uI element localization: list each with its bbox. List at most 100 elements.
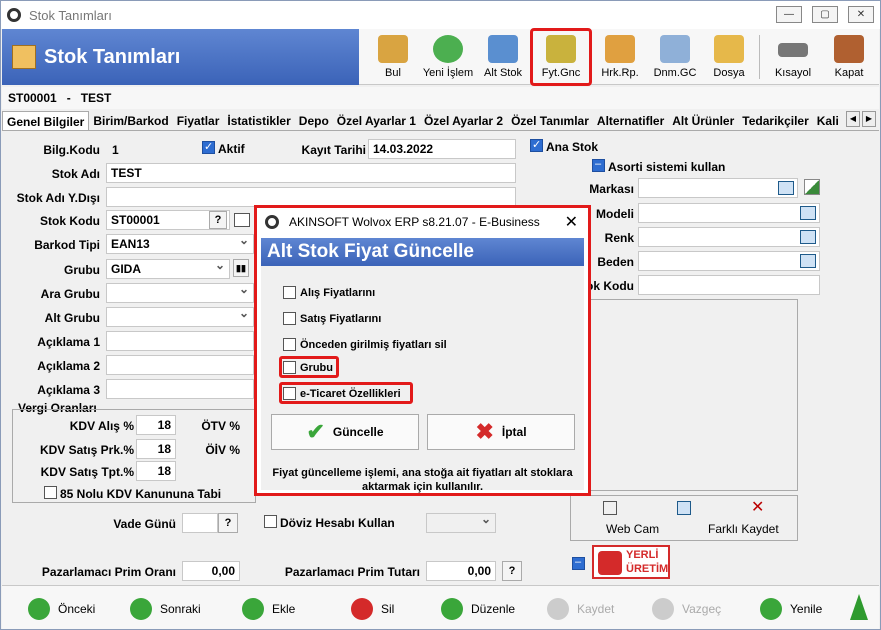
description-3-field[interactable]: [106, 379, 254, 399]
add-brand-icon[interactable]: [804, 179, 820, 195]
assortment-toggle[interactable]: [592, 158, 605, 172]
dialog-cancel-button[interactable]: ✖ İptal: [427, 414, 575, 450]
next-button[interactable]: Sonraki: [130, 598, 201, 620]
barcode-type-select[interactable]: EAN13: [106, 233, 254, 254]
browse-icon[interactable]: [800, 254, 816, 268]
delete-existing-prices-checkbox[interactable]: [283, 338, 296, 351]
vat-purchase-field[interactable]: 18: [136, 415, 176, 435]
title-bar: Stok Tanımları — ▢ ✕: [1, 1, 880, 29]
sub-group-select[interactable]: [106, 282, 254, 303]
webcam-icon[interactable]: [603, 501, 617, 515]
brand-field[interactable]: [638, 178, 798, 198]
commission-amount-field[interactable]: 0,00: [426, 561, 496, 581]
add-button[interactable]: Ekle: [242, 598, 295, 620]
tab-statistics[interactable]: İstatistikler: [223, 111, 294, 130]
logo-text-top: YERLİ: [626, 549, 659, 561]
tab-special-definitions[interactable]: Özel Tanımlar: [507, 111, 593, 130]
file-button[interactable]: Dosya: [708, 29, 750, 85]
tab-sub-products[interactable]: Alt Ürünler: [668, 111, 738, 130]
color-field[interactable]: [638, 227, 820, 247]
previous-button[interactable]: Önceki: [28, 598, 95, 620]
model-field[interactable]: [638, 203, 820, 223]
close-button[interactable]: ✕: [848, 6, 874, 23]
stock-name-field[interactable]: TEST: [106, 163, 516, 183]
tab-quality[interactable]: Kali: [813, 111, 843, 130]
tab-warehouse[interactable]: Depo: [295, 111, 333, 130]
group-option[interactable]: Grubu: [283, 361, 333, 374]
minimize-button[interactable]: —: [776, 6, 802, 23]
arrow-up-icon[interactable]: [850, 594, 868, 620]
commission-help-button[interactable]: ?: [502, 561, 522, 581]
vat-retail-label: KDV Satış Prk.%: [39, 443, 134, 457]
save-as-label[interactable]: Farklı Kaydet: [708, 522, 779, 536]
dialog-close-icon[interactable]: ✕: [565, 212, 578, 232]
size-field[interactable]: [638, 251, 820, 271]
delete-existing-prices-option[interactable]: Önceden girilmiş fiyatları sil: [283, 338, 447, 351]
tab-special-settings-2[interactable]: Özel Ayarlar 2: [420, 111, 507, 130]
due-days-help-button[interactable]: ?: [218, 513, 238, 533]
main-stock-checkbox[interactable]: [530, 138, 543, 152]
description-2-field[interactable]: [106, 355, 254, 375]
webcam-label[interactable]: Web Cam: [606, 522, 659, 536]
code-field[interactable]: [638, 275, 820, 295]
law-85-checkbox[interactable]: [44, 486, 57, 499]
tab-special-settings-1[interactable]: Özel Ayarlar 1: [333, 111, 420, 130]
exit-button[interactable]: Kapat: [828, 29, 870, 85]
save-button[interactable]: Kaydet: [547, 598, 614, 620]
ecommerce-features-option[interactable]: e-Ticaret Özellikleri: [283, 387, 401, 400]
new-transaction-button[interactable]: Yeni İşlem: [420, 29, 476, 85]
shortcut-button[interactable]: Kısayol: [768, 29, 818, 85]
purchase-prices-option[interactable]: Alış Fiyatlarını: [283, 286, 375, 299]
save-as-icon[interactable]: [677, 501, 691, 515]
description-1-field[interactable]: [106, 331, 254, 351]
currency-select[interactable]: [426, 512, 496, 533]
commission-rate-field[interactable]: 0,00: [182, 561, 240, 581]
tab-scroll-right-icon[interactable]: ▶: [862, 111, 876, 127]
delete-button[interactable]: Sil: [351, 598, 394, 620]
movement-report-button[interactable]: Hrk.Rp.: [596, 29, 644, 85]
tab-prices[interactable]: Fiyatlar: [173, 111, 224, 130]
sale-prices-checkbox[interactable]: [283, 312, 296, 325]
stock-name-foreign-field[interactable]: [106, 187, 516, 207]
update-button[interactable]: ✔ Güncelle: [271, 414, 419, 450]
browse-icon[interactable]: [800, 230, 816, 244]
price-update-button[interactable]: Fyt.Gnc: [530, 28, 592, 86]
description-1-label: Açıklama 1: [37, 335, 100, 349]
stock-name-foreign-label: Stok Adı Y.Dışı: [16, 191, 100, 205]
network-icon: [488, 35, 518, 63]
edit-button[interactable]: Düzenle: [441, 598, 515, 620]
tab-scroll-left-icon[interactable]: ◀: [846, 111, 860, 127]
group-checkbox[interactable]: [283, 361, 296, 374]
tab-general[interactable]: Genel Bilgiler: [2, 111, 90, 130]
tab-suppliers[interactable]: Tedarikçiler: [738, 111, 812, 130]
group-select[interactable]: GIDA: [106, 258, 230, 279]
currency-account-checkbox[interactable]: [264, 515, 277, 528]
vat-retail-field[interactable]: 18: [136, 439, 176, 459]
vat-wholesale-field[interactable]: 18: [136, 461, 176, 481]
group-detail-button[interactable]: ▮▮: [233, 259, 249, 277]
description-3-label: Açıklama 3: [37, 383, 100, 397]
tab-alternatives[interactable]: Alternatifler: [593, 111, 668, 130]
refresh-button[interactable]: Yenile: [760, 598, 822, 620]
alt-group-select[interactable]: [106, 306, 254, 327]
find-button[interactable]: Bul: [374, 29, 412, 85]
due-days-field[interactable]: [182, 513, 218, 533]
cancel-button[interactable]: Vazgeç: [652, 598, 721, 620]
record-date-field[interactable]: 14.03.2022: [368, 139, 516, 159]
document-icon[interactable]: [234, 213, 250, 227]
active-checkbox[interactable]: [202, 140, 215, 154]
browse-icon[interactable]: [800, 206, 816, 220]
sub-stock-button[interactable]: Alt Stok: [480, 29, 526, 85]
ecommerce-features-checkbox[interactable]: [283, 387, 296, 400]
period-button[interactable]: Dnm.GC: [652, 29, 698, 85]
browse-icon[interactable]: [778, 181, 794, 195]
boxes-icon: [12, 45, 36, 69]
maximize-button[interactable]: ▢: [812, 6, 838, 23]
delete-icon[interactable]: ✕: [751, 497, 764, 517]
purchase-prices-checkbox[interactable]: [283, 286, 296, 299]
tab-unit-barcode[interactable]: Birim/Barkod: [89, 111, 172, 130]
record-name: TEST: [80, 91, 112, 105]
sale-prices-option[interactable]: Satış Fiyatlarını: [283, 312, 381, 325]
collapse-toggle[interactable]: [572, 556, 585, 570]
stock-code-help-button[interactable]: ?: [209, 211, 227, 229]
